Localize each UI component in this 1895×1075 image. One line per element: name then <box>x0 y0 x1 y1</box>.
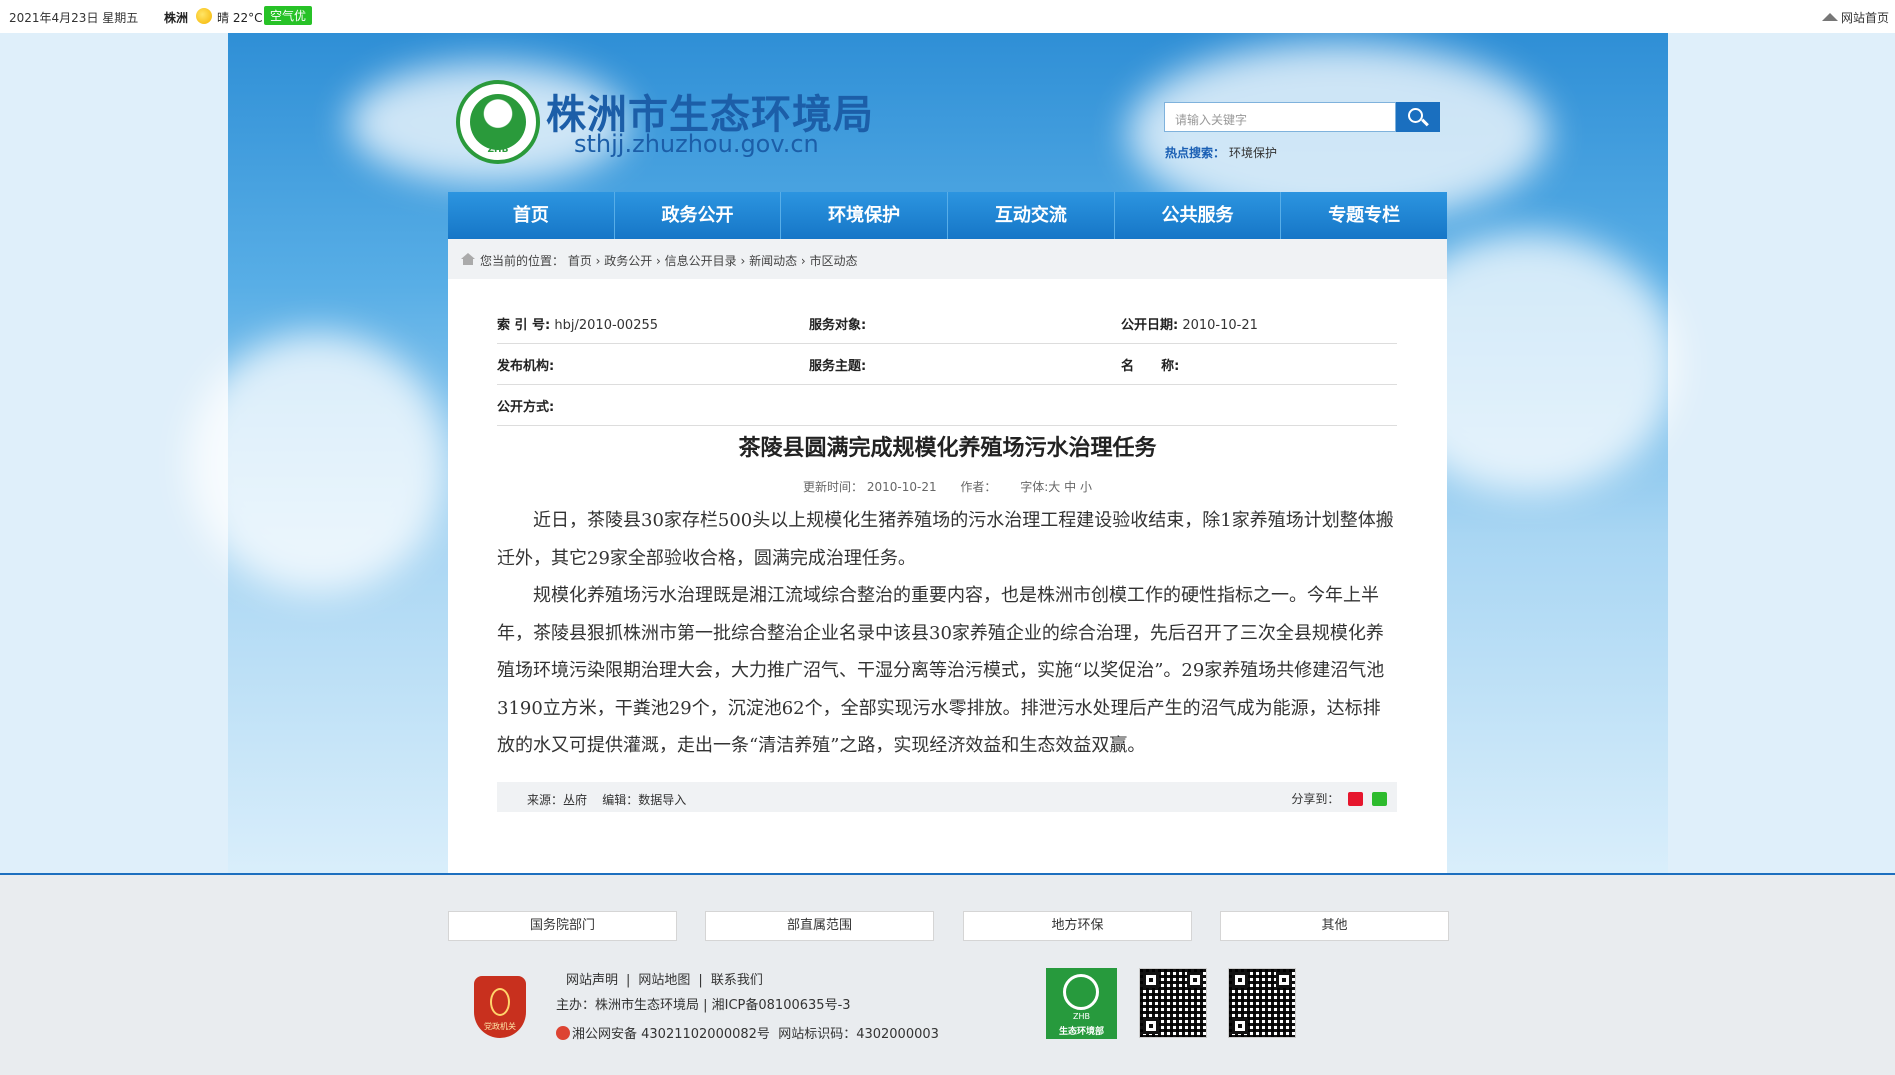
footer-police-text[interactable]: 湘公网安备 43021102000082号 网站标识码：4302000003 <box>572 1027 939 1042</box>
nav-item-gov-affairs[interactable]: 政务公开 <box>615 192 782 239</box>
footer-links: 网站声明 | 网站地图 | 联系我们 <box>566 973 763 988</box>
share-label: 分享到： <box>1291 792 1340 806</box>
weibo-share-icon[interactable] <box>1348 792 1364 806</box>
article-paragraph: 规模化养殖场污水治理既是湘江流域综合整治的重要内容，也是株洲市创模工作的硬性指标… <box>497 585 1385 756</box>
document-meta: 索 引 号: hbj/2010-00255 服务对象: 公开日期: 2010-1… <box>497 303 1397 426</box>
footer <box>0 873 1895 1075</box>
article-source: 来源：丛府 编辑：数据导入 <box>527 793 687 807</box>
article-paragraph: 近日，茶陵县30家存栏500头以上规模化生猪养殖场的污水治理工程建设验收结束，除… <box>497 510 1394 569</box>
nav-item-special-topics[interactable]: 专题专栏 <box>1281 192 1447 239</box>
nav-item-public-service[interactable]: 公共服务 <box>1115 192 1282 239</box>
footer-select-local-env[interactable]: 地方环保 <box>963 911 1192 941</box>
nav-item-environment[interactable]: 环境保护 <box>781 192 949 239</box>
mee-logo-top: ZHB <box>1073 1012 1090 1021</box>
mee-logo[interactable]: ZHB 生态环境部 <box>1046 968 1117 1039</box>
article-updated: 更新时间： 2010-10-21 <box>803 480 937 494</box>
bureau-logo[interactable]: ZHB <box>456 80 540 164</box>
footer-link-boxes: 国务院部门 部直属范围 地方环保 其他 <box>448 911 1449 941</box>
share-area: 分享到： <box>1291 790 1387 807</box>
qr-code-icon <box>1139 968 1207 1038</box>
meta-index-value: hbj/2010-00255 <box>554 318 659 333</box>
article-source-bar: 来源：丛府 编辑：数据导入 分享到： <box>497 782 1397 812</box>
article-title: 茶陵县圆满完成规模化养殖场污水治理任务 <box>738 436 1157 461</box>
article-author: 作者： <box>960 480 997 494</box>
meta-date-label: 公开日期: <box>1121 318 1179 333</box>
badge-emblem-icon <box>490 988 510 1016</box>
breadcrumb: 您当前的位置： 首页 › 政务公开 › 信息公开目录 › 新闻动态 › 市区动态 <box>448 239 1447 279</box>
meta-topic-label: 服务主题: <box>809 359 867 374</box>
main-nav: 首页 政务公开 环境保护 互动交流 公共服务 专题专栏 <box>448 192 1447 239</box>
footer-select-other[interactable]: 其他 <box>1220 911 1449 941</box>
nav-item-home[interactable]: 首页 <box>448 192 615 239</box>
party-gov-badge[interactable]: 党政机关 <box>474 976 526 1038</box>
footer-link-contact[interactable]: 联系我们 <box>711 973 763 988</box>
hot-search-keyword[interactable]: 环境保护 <box>1229 146 1277 160</box>
meta-row: 索 引 号: hbj/2010-00255 服务对象: 公开日期: 2010-1… <box>497 303 1397 344</box>
footer-select-ministry[interactable]: 部直属范围 <box>705 911 934 941</box>
home-link-label: 网站首页 <box>1840 11 1889 25</box>
top-bar: 2021年4月23日 星期五 株洲 晴 22°C 空气优 网站首页 <box>0 0 1895 34</box>
search-button[interactable] <box>1396 102 1440 132</box>
footer-link-statement[interactable]: 网站声明 <box>566 973 618 988</box>
meta-index-label: 索 引 号: <box>497 318 551 333</box>
logo-emblem <box>470 94 526 150</box>
meta-name-label: 名 称: <box>1121 359 1180 374</box>
footer-host: 主办：株洲市生态环境局 | 湘ICP备08100635号-3 <box>556 998 851 1013</box>
meta-row: 发布机构: 服务主题: 名 称: <box>497 344 1397 385</box>
font-size-switcher[interactable]: 字体:大 中 小 <box>1020 480 1092 494</box>
site-url: sthjj.zhuzhou.gov.cn <box>574 130 819 158</box>
home-icon <box>1821 13 1838 21</box>
hot-search-label: 热点搜索： <box>1165 146 1226 160</box>
nav-item-interaction[interactable]: 互动交流 <box>948 192 1115 239</box>
meta-org-label: 发布机构: <box>497 359 555 374</box>
meta-row: 公开方式: <box>497 385 1397 426</box>
home-link[interactable]: 网站首页 <box>1821 9 1889 26</box>
sun-icon <box>196 8 212 24</box>
qr-code-icon <box>1228 968 1296 1038</box>
weather-city: 株洲 <box>164 11 189 25</box>
air-quality-badge: 空气优 <box>264 6 313 25</box>
search-input[interactable]: 请输入关键字 <box>1164 102 1396 132</box>
breadcrumb-text[interactable]: 您当前的位置： 首页 › 政务公开 › 信息公开目录 › 新闻动态 › 市区动态 <box>480 252 858 269</box>
footer-police-record: 湘公网安备 43021102000082号 网站标识码：4302000003 <box>556 1023 939 1042</box>
police-badge-icon <box>556 1026 570 1040</box>
wechat-share-icon[interactable] <box>1372 792 1387 806</box>
page-background-right <box>1668 33 1895 873</box>
article-body: 近日，茶陵县30家存栏500头以上规模化生猪养殖场的污水治理工程建设验收结束，除… <box>497 502 1397 765</box>
hot-search: 热点搜索： 环境保护 <box>1165 144 1277 161</box>
meta-date-value: 2010-10-21 <box>1182 318 1258 333</box>
current-date: 2021年4月23日 星期五 <box>9 11 139 25</box>
badge-text: 党政机关 <box>484 1022 516 1031</box>
mee-emblem-icon <box>1063 974 1099 1010</box>
article-info: 更新时间： 2010-10-21 作者： 字体:大 中 小 <box>448 478 1447 495</box>
mee-logo-bottom: 生态环境部 <box>1058 1027 1104 1037</box>
logo-text: ZHB <box>487 145 509 155</box>
meta-target-label: 服务对象: <box>809 318 867 333</box>
cloud <box>188 333 448 593</box>
meta-mode-label: 公开方式: <box>497 400 555 415</box>
location-home-icon <box>461 253 475 265</box>
footer-select-state-council[interactable]: 国务院部门 <box>448 911 677 941</box>
weather-text: 晴 22°C <box>217 11 263 25</box>
footer-link-sitemap[interactable]: 网站地图 <box>638 973 690 988</box>
